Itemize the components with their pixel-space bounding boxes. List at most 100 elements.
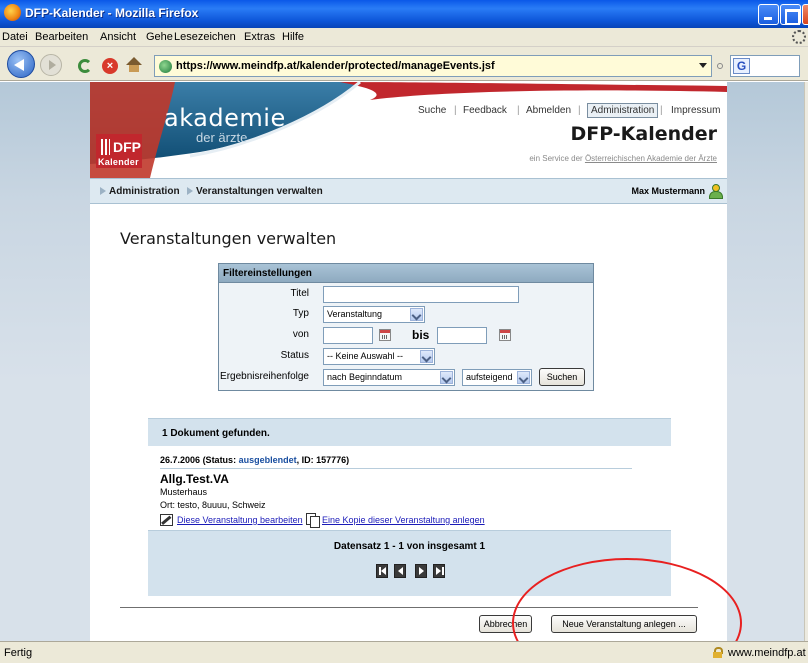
chevron-down-icon — [410, 308, 423, 321]
titel-label: Titel — [290, 288, 309, 299]
status-domain: www.meindfp.at — [728, 647, 806, 659]
edit-event-link[interactable]: Diese Veranstaltung bearbeiten — [177, 515, 303, 525]
menu-extras[interactable]: Extras — [244, 31, 275, 43]
minimize-button[interactable] — [758, 4, 779, 25]
typ-label: Typ — [292, 308, 309, 319]
breadcrumb: Administration Veranstaltungen verwalten… — [90, 178, 727, 204]
breadcrumb-current: Veranstaltungen verwalten — [196, 186, 323, 197]
chevron-down-icon — [420, 350, 433, 363]
close-window-button[interactable] — [802, 4, 808, 25]
menu-datei[interactable]: Datei — [2, 31, 28, 43]
first-page-button[interactable] — [376, 564, 388, 578]
page-content: akademie der ärzte DFP Kalender Suche | … — [90, 82, 727, 641]
order-select[interactable]: nach Beginndatum — [323, 369, 455, 386]
next-page-button[interactable] — [415, 564, 427, 578]
tagline: ein Service der Österreichischen Akademi… — [90, 154, 717, 163]
site-header: akademie der ärzte DFP Kalender Suche | … — [90, 82, 727, 178]
event-meta: 26.7.2006 (Status: ausgeblendet, ID: 157… — [160, 455, 349, 465]
reload-icon[interactable] — [78, 59, 92, 73]
bis-date-input[interactable] — [437, 327, 487, 344]
navigation-toolbar: × https://www.meindfp.at/kalender/protec… — [0, 47, 808, 81]
menu-bearbeiten[interactable]: Bearbeiten — [35, 31, 88, 43]
order-label: Ergebnisreihenfolge — [220, 371, 309, 382]
nav-suche[interactable]: Suche — [418, 105, 446, 116]
bis-calendar-icon[interactable] — [499, 329, 511, 341]
new-event-button[interactable]: Neue Veranstaltung anlegen ... — [551, 615, 697, 633]
event-subtitle: Musterhaus — [160, 487, 208, 497]
url-history-dropdown-icon[interactable] — [699, 63, 707, 68]
window-titlebar: DFP-Kalender - Mozilla Firefox — [0, 0, 808, 28]
user-name: Max Mustermann — [631, 186, 705, 196]
chevron-down-icon — [440, 371, 453, 384]
url-bar[interactable]: https://www.meindfp.at/kalender/protecte… — [154, 55, 712, 77]
tagline-link[interactable]: Österreichischen Akademie der Ärzte — [585, 154, 717, 163]
throbber-icon — [792, 30, 806, 44]
lock-icon[interactable] — [713, 647, 723, 658]
menu-lesezeichen[interactable]: Lesezeichen — [174, 31, 236, 43]
search-button[interactable]: Suchen — [539, 368, 585, 386]
menu-ansicht[interactable]: Ansicht — [100, 31, 136, 43]
status-label: Status — [280, 350, 309, 361]
search-engine-icon[interactable]: G — [733, 58, 750, 74]
last-page-bar — [442, 567, 444, 575]
von-calendar-icon[interactable] — [379, 329, 391, 341]
go-icon[interactable] — [717, 63, 723, 69]
von-date-input[interactable] — [323, 327, 373, 344]
firefox-icon — [4, 4, 21, 21]
event-location: Ort: testo, 8uuuu, Schweiz — [160, 500, 266, 510]
result-summary-bar: 1 Dokument gefunden. — [148, 418, 671, 446]
copy-icon[interactable] — [306, 513, 320, 528]
tagline-prefix: ein Service der — [529, 154, 583, 163]
breadcrumb-arrow-icon — [100, 187, 106, 195]
status-select[interactable]: -- Keine Auswahl -- — [323, 348, 435, 365]
prev-page-button[interactable] — [394, 564, 406, 578]
user-icon — [709, 184, 723, 199]
last-page-arrow-icon — [436, 567, 441, 575]
typ-select-value: Veranstaltung — [327, 309, 383, 319]
forward-button[interactable] — [40, 54, 62, 76]
direction-select[interactable]: aufsteigend — [462, 369, 532, 386]
stop-icon[interactable]: × — [102, 58, 118, 74]
nav-feedback[interactable]: Feedback — [463, 105, 507, 116]
filter-heading: Filtereinstellungen — [219, 264, 593, 283]
nav-administration[interactable]: Administration — [587, 103, 659, 118]
typ-select[interactable]: Veranstaltung — [323, 306, 425, 323]
event-status: ausgeblendet — [238, 455, 297, 465]
nav-separator: | — [454, 105, 457, 116]
event-status-prefix: (Status: — [202, 455, 237, 465]
edit-icon[interactable] — [160, 514, 173, 526]
pagination-bar: Datensatz 1 - 1 von insgesamt 1 — [148, 530, 671, 596]
nav-separator: | — [660, 105, 663, 116]
window-title: DFP-Kalender - Mozilla Firefox — [25, 6, 199, 20]
nav-separator: | — [578, 105, 581, 116]
chevron-down-icon — [517, 371, 530, 384]
divider — [120, 607, 698, 608]
menu-gehe[interactable]: Gehe — [146, 31, 173, 43]
status-bar: Fertig www.meindfp.at — [0, 641, 808, 663]
search-input[interactable]: G — [730, 55, 800, 77]
titel-input[interactable] — [323, 286, 519, 303]
bis-label: bis — [412, 328, 430, 342]
url-text: https://www.meindfp.at/kalender/protecte… — [176, 60, 495, 72]
home-icon[interactable] — [126, 57, 142, 73]
first-page-arrow-icon — [381, 567, 386, 575]
direction-select-value: aufsteigend — [466, 372, 513, 382]
next-page-arrow-icon — [419, 567, 424, 575]
result-summary: 1 Dokument gefunden. — [162, 428, 270, 439]
menu-hilfe[interactable]: Hilfe — [282, 31, 304, 43]
last-page-button[interactable] — [433, 564, 445, 578]
page-viewport: akademie der ärzte DFP Kalender Suche | … — [0, 82, 808, 641]
cancel-button[interactable]: Abbrechen — [479, 615, 532, 633]
breadcrumb-administration[interactable]: Administration — [109, 186, 180, 197]
event-id: , ID: 157776) — [296, 455, 350, 465]
maximize-button[interactable] — [780, 4, 801, 25]
back-button[interactable] — [7, 50, 35, 78]
vertical-scrollbar[interactable] — [804, 82, 808, 641]
nav-impressum[interactable]: Impressum — [671, 105, 720, 116]
page-title: Veranstaltungen verwalten — [120, 229, 337, 248]
status-select-value: -- Keine Auswahl -- — [327, 351, 404, 361]
copy-event-link[interactable]: Eine Kopie dieser Veranstaltung anlegen — [322, 515, 485, 525]
pagination-info: Datensatz 1 - 1 von insgesamt 1 — [333, 541, 486, 552]
nav-abmelden[interactable]: Abmelden — [526, 105, 571, 116]
filter-panel: Filtereinstellungen Titel Typ Veranstalt… — [218, 263, 594, 391]
